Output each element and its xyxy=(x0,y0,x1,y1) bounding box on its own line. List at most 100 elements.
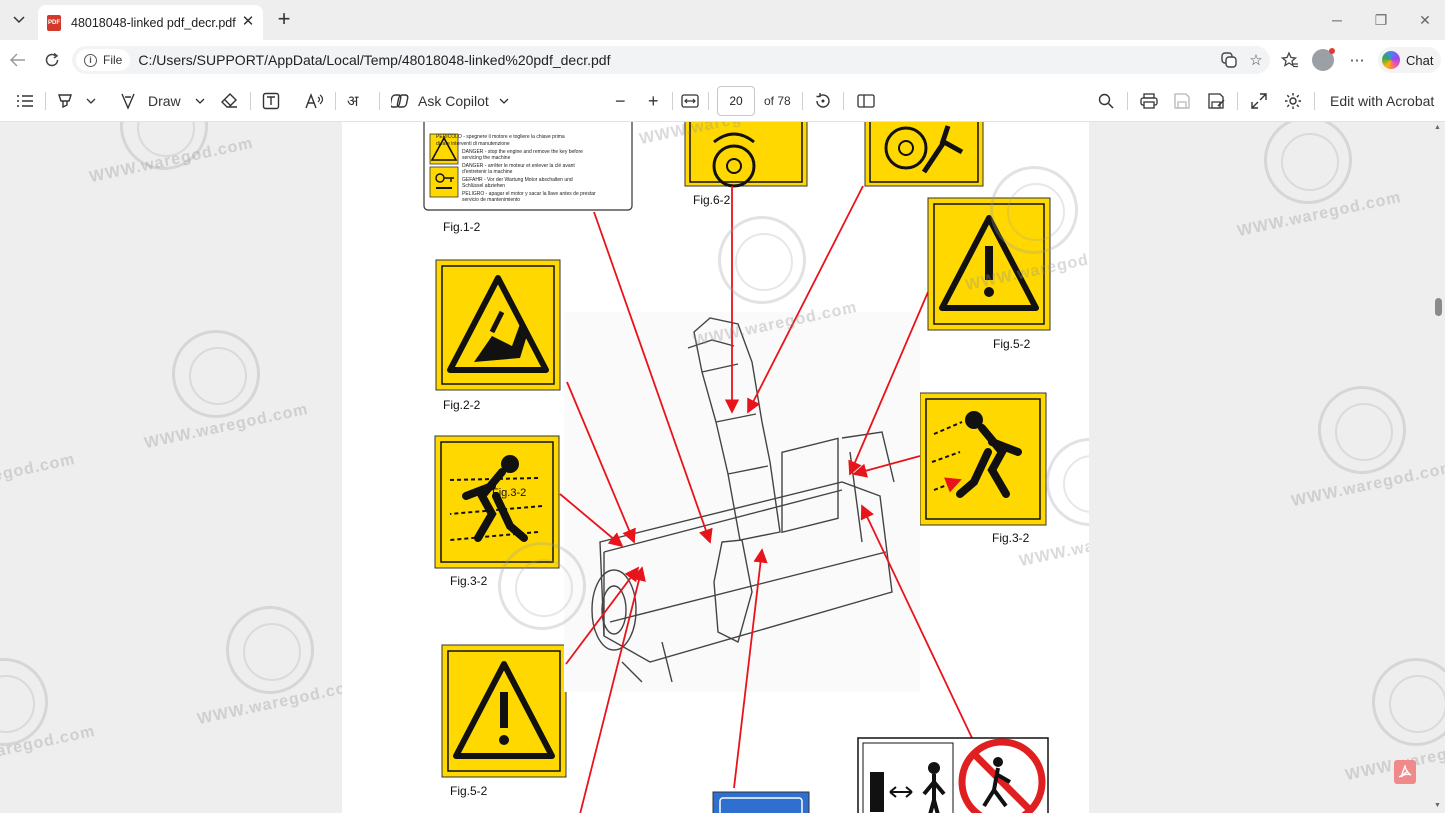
entanglement-warning-decal xyxy=(864,122,984,187)
watermark-text: WWW.waregod.com xyxy=(195,676,363,729)
favorites-list-icon[interactable] xyxy=(1279,49,1301,71)
blue-info-decal xyxy=(712,791,810,813)
settings-gear-icon[interactable] xyxy=(1284,89,1302,113)
watermark-seal xyxy=(1318,386,1406,474)
pdf-page: PERICOLO - spegnere il motore e togliere… xyxy=(342,122,1089,813)
highlight-button[interactable] xyxy=(56,89,96,113)
toolbar-separator xyxy=(1314,92,1315,110)
draw-button[interactable]: Draw xyxy=(120,89,205,113)
toolbar-separator xyxy=(379,92,380,110)
page-total: of 78 xyxy=(764,94,791,108)
decal-text-line: servicio de mantenimiento xyxy=(462,197,520,203)
decal-text-line: servicing the machine xyxy=(462,155,511,161)
toolbar-separator xyxy=(802,92,803,110)
highlighter-icon xyxy=(58,94,72,109)
refresh-icon[interactable] xyxy=(40,48,64,72)
vertical-scrollbar[interactable]: ▲ ▼ xyxy=(1431,122,1445,813)
fit-width-icon[interactable] xyxy=(681,89,699,113)
back-arrow-icon[interactable] xyxy=(6,48,30,72)
watermark-seal xyxy=(120,122,208,170)
save-as-icon[interactable] xyxy=(1208,89,1226,113)
chat-label: Chat xyxy=(1406,52,1434,68)
contents-list-icon[interactable] xyxy=(16,89,34,113)
decal-text-line: Schlüssel abziehen xyxy=(462,183,505,189)
edit-with-acrobat-button[interactable]: Edit with Acrobat xyxy=(1330,89,1434,113)
omnibox[interactable]: i File C:/Users/SUPPORT/AppData/Local/Te… xyxy=(72,46,1270,74)
toolbar-separator xyxy=(1127,92,1128,110)
pen-icon xyxy=(121,93,135,110)
notification-dot xyxy=(1329,48,1335,54)
pdf-file-icon: PDF xyxy=(47,14,61,31)
watermark-text: WWW.waregod.com xyxy=(0,450,77,503)
close-tab-icon[interactable]: ✕ xyxy=(239,13,257,31)
fig-label: Fig.3-2 xyxy=(492,487,526,499)
print-icon[interactable] xyxy=(1140,89,1158,113)
decal-text-line: di fare interventi di manutenzione xyxy=(436,141,510,147)
address-bar-row: i File C:/Users/SUPPORT/AppData/Local/Te… xyxy=(0,40,1445,80)
watermark-seal xyxy=(1264,122,1352,204)
decal-layout-figure: PERICOLO - spegnere il motore e togliere… xyxy=(423,122,1051,813)
watermark-text: WWW.waregod.com xyxy=(0,722,97,775)
read-aloud-icon[interactable] xyxy=(1218,49,1240,71)
thrown-objects-decal-fig3b xyxy=(919,392,1047,526)
minimize-icon[interactable]: ─ xyxy=(1322,8,1352,32)
pdf-viewer[interactable]: WWW.waregod.com WWW.waregod.com WWW.ware… xyxy=(0,122,1445,813)
thrown-objects-decal-fig3a xyxy=(434,435,560,569)
watermark-text: WWW.waregod.com xyxy=(1235,188,1403,241)
copilot-outline-icon xyxy=(391,94,409,108)
site-info-chip[interactable]: i File xyxy=(76,49,131,71)
full-screen-icon[interactable] xyxy=(1251,89,1267,113)
toolbar-separator xyxy=(335,92,336,110)
toolbar-separator xyxy=(843,92,844,110)
page-number-input[interactable]: 20 xyxy=(717,86,755,116)
zoom-out-icon[interactable]: − xyxy=(615,89,626,113)
search-icon[interactable] xyxy=(1098,89,1114,113)
fig-label: Fig.5-2 xyxy=(450,784,488,798)
tab-list-button[interactable] xyxy=(6,7,32,33)
text-box-icon[interactable] xyxy=(262,89,280,113)
fig-label: Fig.3-2 xyxy=(992,531,1030,545)
save-icon[interactable] xyxy=(1174,89,1190,113)
chevron-down-icon xyxy=(13,16,25,24)
more-menu-icon[interactable]: ⋯ xyxy=(1346,49,1368,71)
ask-copilot-button[interactable]: Ask Copilot xyxy=(391,89,509,113)
info-icon: i xyxy=(84,53,97,67)
zoom-in-icon[interactable]: + xyxy=(648,89,659,113)
decal-text-line: d'entretenir la machine xyxy=(462,169,513,175)
pdf-toolbar: Draw अ Ask Copilot − + 20 of 78 Edit wit… xyxy=(0,80,1445,122)
watermark-seal xyxy=(172,330,260,418)
scroll-down-arrow-icon[interactable]: ▼ xyxy=(1434,802,1442,809)
file-label: File xyxy=(103,53,123,67)
crush-hazard-decal-fig2 xyxy=(435,259,561,391)
toolbar-separator xyxy=(250,92,251,110)
tab-bar: PDF 48018048-linked pdf_decr.pdf ✕ + ─ ❐… xyxy=(0,0,1445,40)
rotate-icon[interactable] xyxy=(814,89,832,113)
eraser-icon[interactable] xyxy=(221,89,239,113)
translate-icon[interactable]: अ xyxy=(347,89,358,113)
copilot-icon xyxy=(1382,51,1400,69)
auger-warning-decal-fig6 xyxy=(684,122,808,188)
acrobat-icon[interactable] xyxy=(1394,760,1416,784)
toolbar-separator xyxy=(45,92,46,110)
maximize-icon[interactable]: ❐ xyxy=(1366,8,1396,32)
read-aloud-text-icon[interactable] xyxy=(305,89,325,113)
url-text[interactable]: C:/Users/SUPPORT/AppData/Local/Temp/4801… xyxy=(138,52,610,68)
scroll-up-arrow-icon[interactable]: ▲ xyxy=(1434,124,1442,131)
page-view-icon[interactable] xyxy=(857,89,875,113)
toolbar-separator xyxy=(672,92,673,110)
fig-label: Fig.3-2 xyxy=(450,574,488,588)
keep-distance-decal xyxy=(857,737,1049,813)
favorite-star-icon[interactable]: ☆ xyxy=(1245,49,1267,71)
general-warning-decal-fig5b xyxy=(441,644,567,778)
fig-label: Fig.2-2 xyxy=(443,398,481,412)
watermark-seal xyxy=(0,658,48,746)
tab-title: 48018048-linked pdf_decr.pdf xyxy=(71,15,236,30)
new-tab-button[interactable]: + xyxy=(272,8,296,32)
chevron-down-icon xyxy=(86,98,96,104)
copilot-chat-button[interactable]: Chat xyxy=(1378,47,1442,73)
browser-tab[interactable]: PDF 48018048-linked pdf_decr.pdf ✕ xyxy=(38,5,263,40)
watermark-text: WWW.waregod.com xyxy=(142,400,310,453)
close-window-icon[interactable]: ✕ xyxy=(1410,8,1440,32)
fig-label: Fig.6-2 xyxy=(693,193,731,207)
scrollbar-thumb[interactable] xyxy=(1435,298,1442,316)
